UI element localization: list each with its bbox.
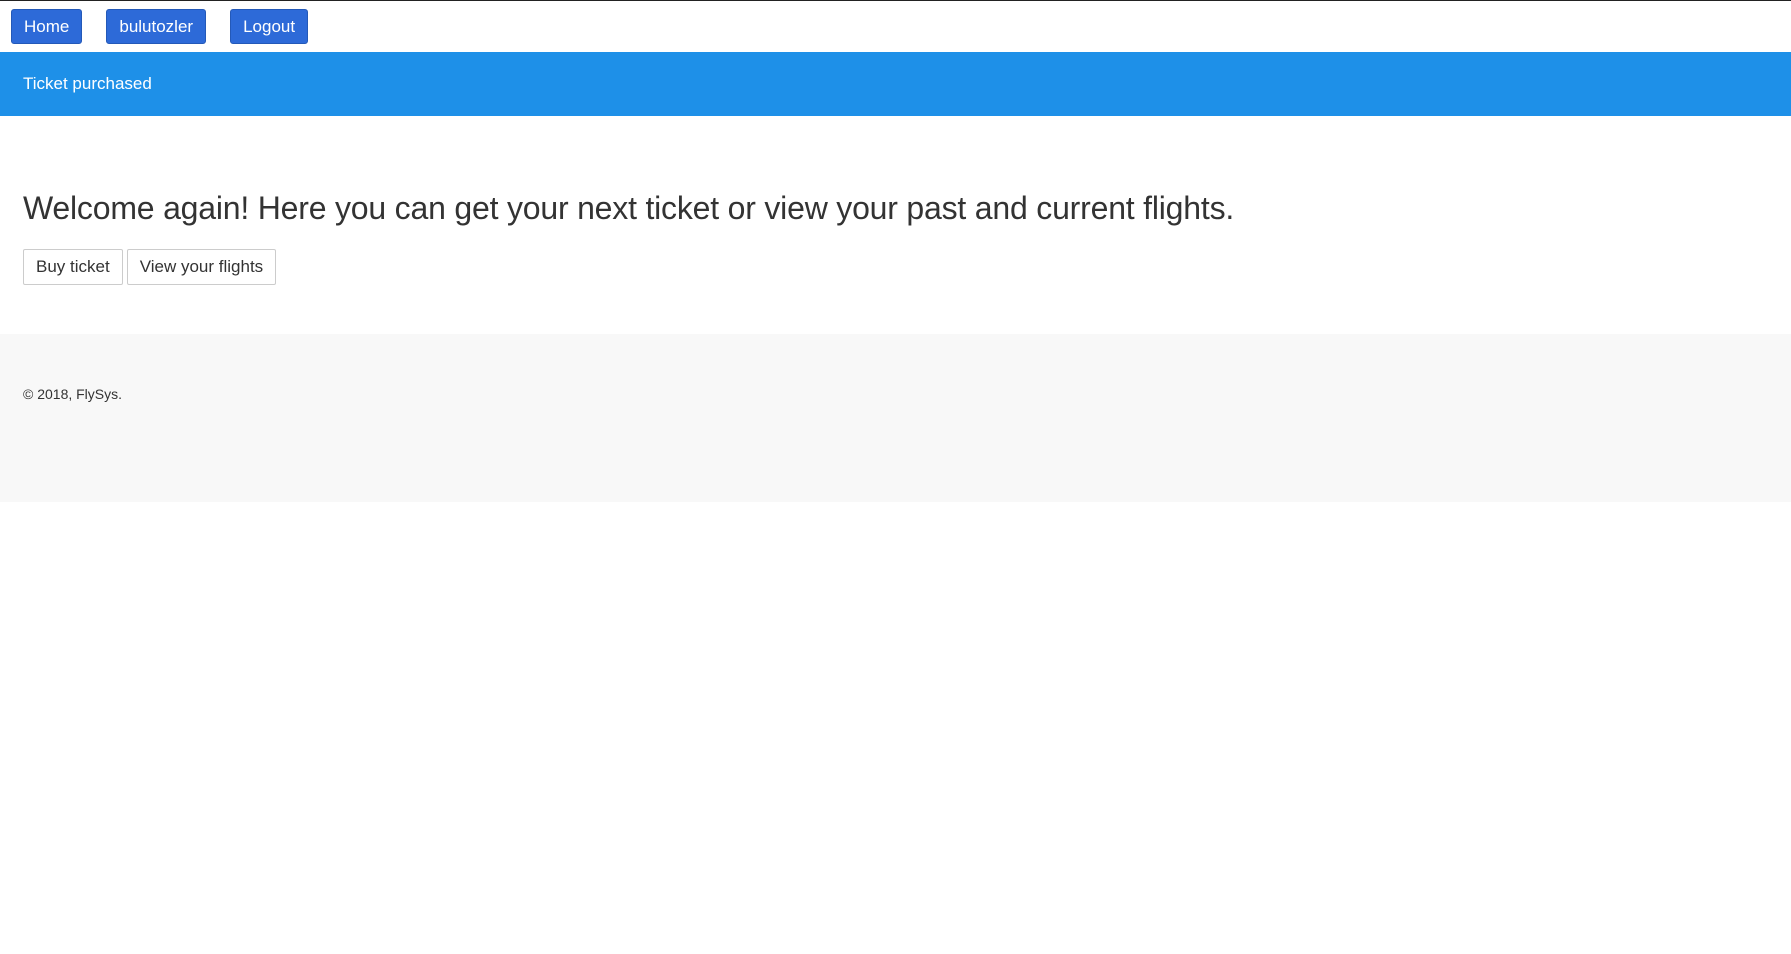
flash-message-text: Ticket purchased [23,74,152,93]
user-profile-button[interactable]: bulutozler [106,9,207,44]
main-content: Welcome again! Here you can get your nex… [0,116,1791,333]
footer: © 2018, FlySys. [0,334,1791,502]
page: Home bulutozler Logout Ticket purchased … [0,0,1791,954]
buy-ticket-button[interactable]: Buy ticket [23,249,123,285]
action-buttons: Buy ticket View your flights [23,249,1768,285]
flash-message-banner: Ticket purchased [0,52,1791,116]
welcome-heading: Welcome again! Here you can get your nex… [23,190,1235,226]
view-flights-button[interactable]: View your flights [126,249,277,285]
home-button[interactable]: Home [11,9,83,44]
logout-button[interactable]: Logout [230,9,309,44]
copyright-text: © 2018, FlySys. [23,386,123,402]
top-nav: Home bulutozler Logout [0,1,1791,52]
